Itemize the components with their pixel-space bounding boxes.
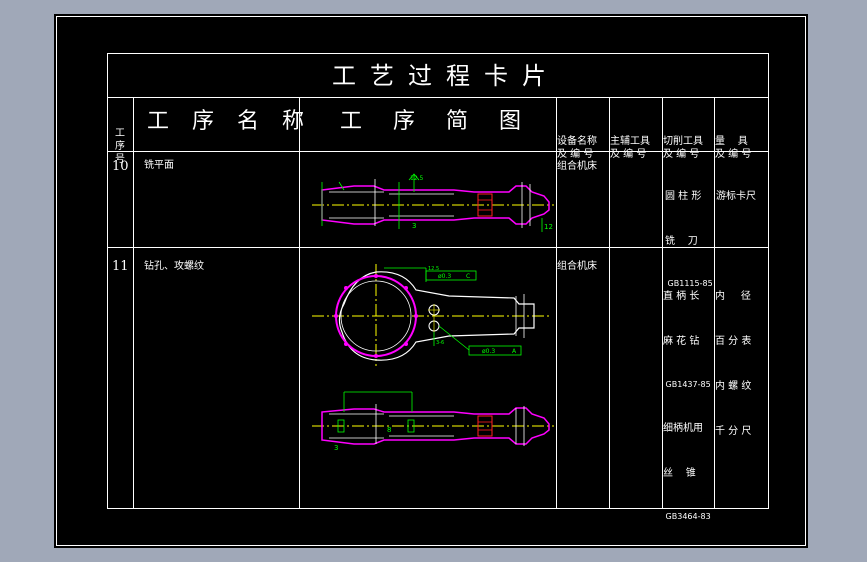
row10-roughness-label: 12.5 [410, 175, 424, 182]
row11-top-view: 12.5 ø0.3 C ø0.3 A 3-6 [312, 264, 549, 366]
row11-fcf-a-value: ø0.3 [438, 273, 451, 280]
row11-fcf-b-datum: A [512, 348, 517, 355]
row11-side-view: 3 8 [312, 391, 554, 452]
row10-dim-label-a: 3 [412, 222, 416, 230]
row11-dim-label: 3-6 [436, 340, 444, 346]
process-sketches: 12.5 3 12 12.5 ø0.3 C ø0.3 A 3-6 3 8 [312, 173, 554, 452]
row10-sketch: 12.5 3 12 [312, 173, 554, 232]
row10-dim-label-b: 12 [544, 223, 553, 231]
row11-fcf-b-value: ø0.3 [482, 348, 495, 355]
row11-side-dim-a: 3 [334, 444, 338, 452]
row11-fcf-a-datum: C [466, 273, 470, 280]
row11-side-dim-b: 8 [387, 426, 391, 434]
drawing-canvas: 工艺过程卡片 工序号 工 序 名 称 工 序 简 图 设备名称及 编 号 主辅工… [54, 14, 808, 548]
